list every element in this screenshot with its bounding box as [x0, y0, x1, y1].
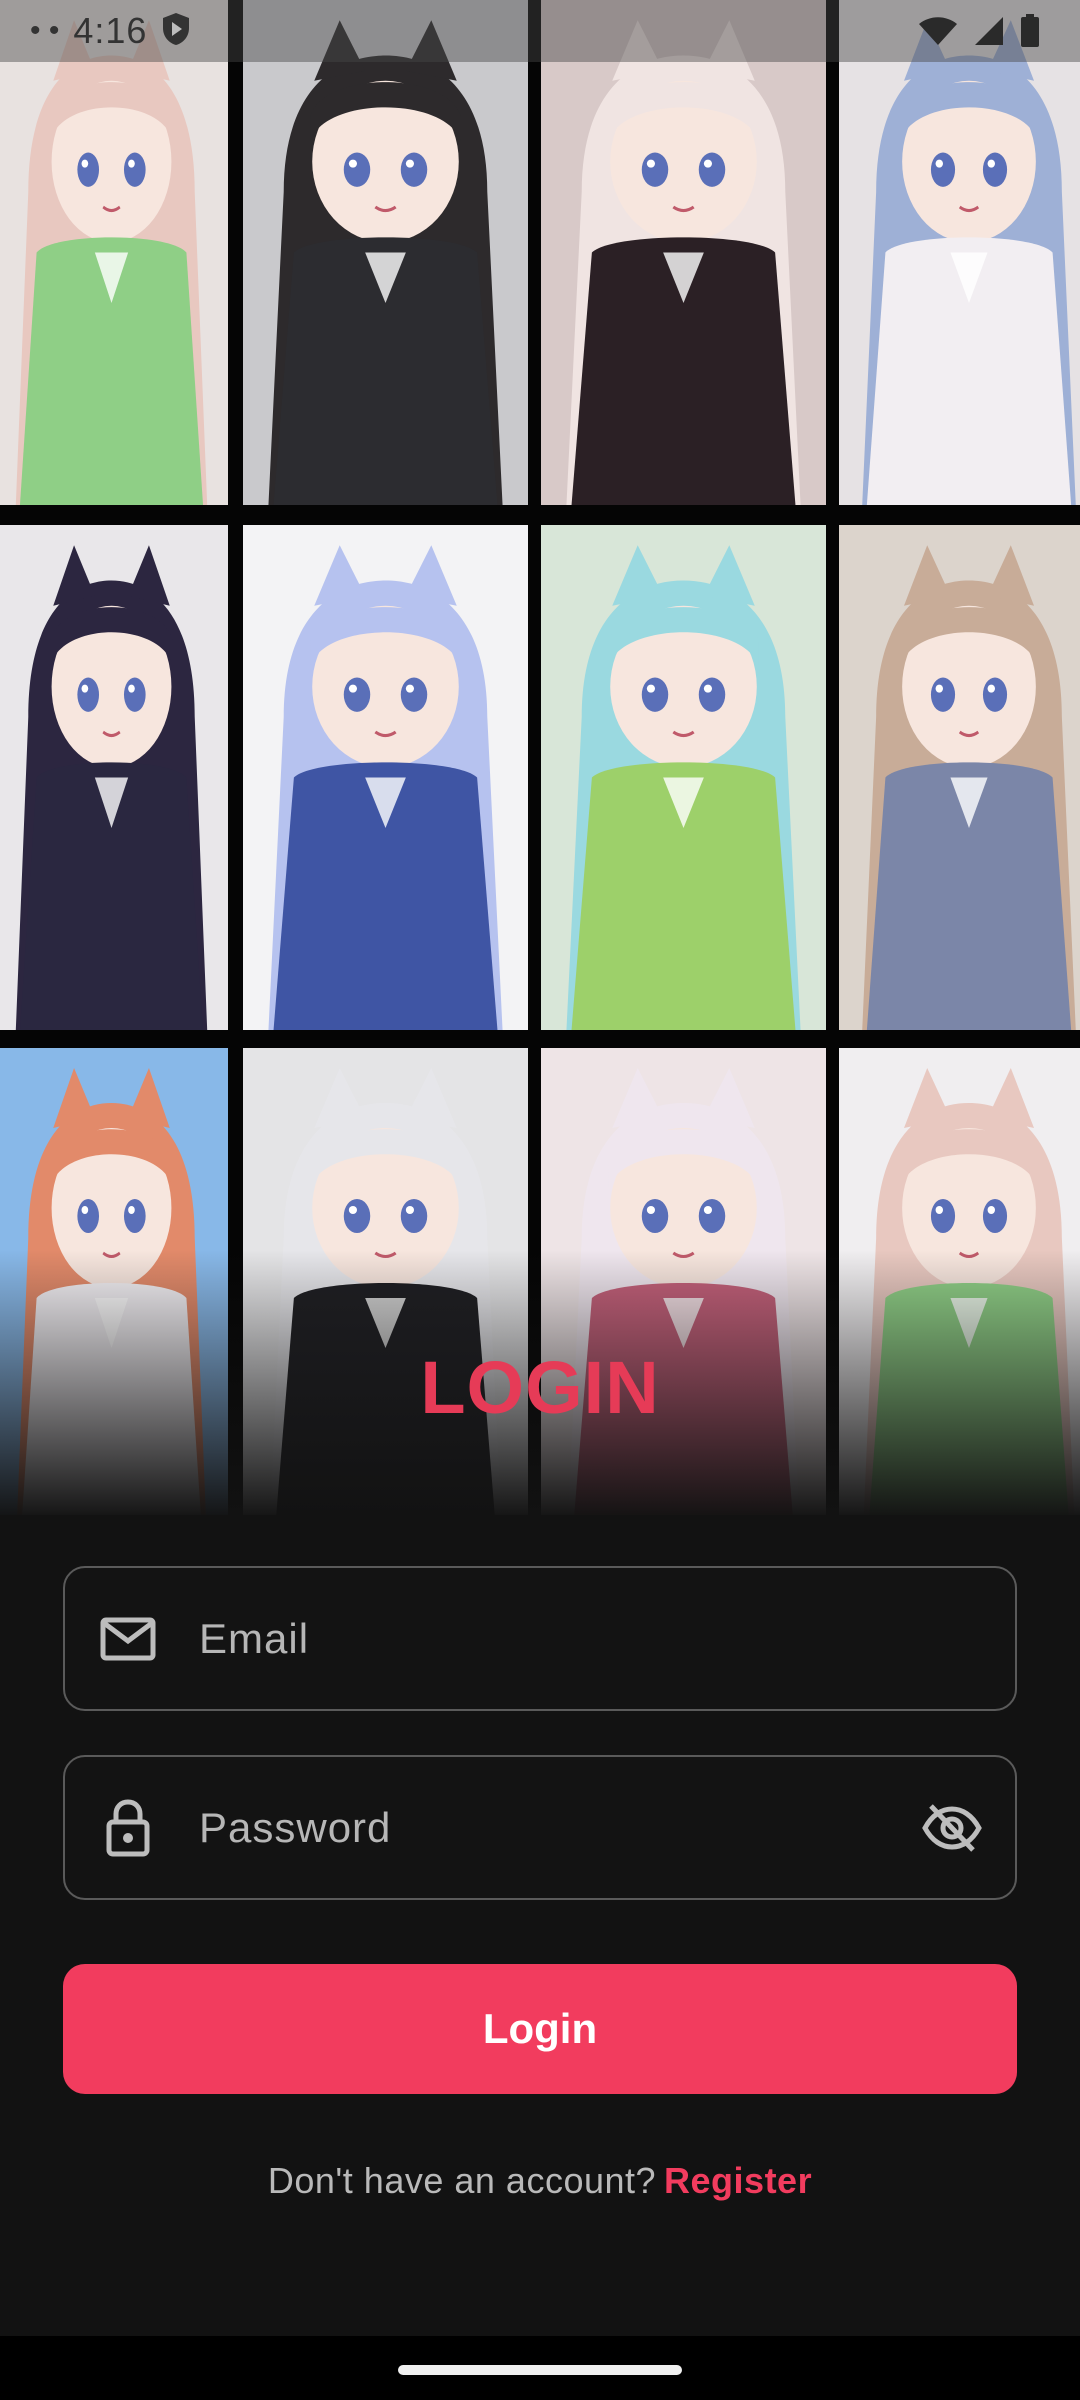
wallpaper-tile	[243, 1048, 528, 1515]
wallpaper-tile	[0, 1048, 228, 1515]
status-time: 4:16	[73, 10, 148, 51]
login-title: LOGIN	[420, 1346, 660, 1429]
wallpaper-tile	[839, 525, 1080, 1030]
visibility-off-icon[interactable]	[919, 1795, 985, 1861]
password-input[interactable]	[159, 1757, 919, 1898]
shield-icon	[161, 12, 191, 51]
register-link[interactable]: Register	[664, 2160, 812, 2201]
lock-icon	[97, 1797, 159, 1859]
email-field[interactable]	[63, 1566, 1017, 1711]
email-input[interactable]	[159, 1568, 1015, 1709]
home-indicator[interactable]	[398, 2365, 682, 2375]
login-button[interactable]: Login	[63, 1964, 1017, 2094]
status-left: • • 4:16	[30, 10, 191, 52]
battery-icon	[1020, 14, 1040, 48]
wallpaper-tile	[0, 0, 228, 505]
wallpaper-tile	[243, 0, 528, 505]
signal-icon	[974, 16, 1004, 46]
wallpaper-tile	[541, 0, 826, 505]
wallpaper-grid	[0, 0, 1080, 1515]
wallpaper-tile	[541, 525, 826, 1030]
mail-icon	[97, 1608, 159, 1670]
register-prompt-text: Don't have an account?	[267, 2160, 657, 2201]
wifi-icon	[918, 16, 958, 46]
wallpaper-tile	[839, 1048, 1080, 1515]
login-screen: • • 4:16 LOGIN Email Login Don't have an…	[0, 0, 1080, 2400]
register-prompt: Don't have an account? Register	[0, 2160, 1080, 2202]
status-dots: • •	[30, 14, 60, 47]
wallpaper-tile	[243, 525, 528, 1030]
status-right	[918, 14, 1040, 48]
wallpaper-tile	[541, 1048, 826, 1515]
password-field[interactable]	[63, 1755, 1017, 1900]
status-bar: • • 4:16	[0, 0, 1080, 62]
wallpaper-tile	[839, 0, 1080, 505]
wallpaper-tile	[0, 525, 228, 1030]
